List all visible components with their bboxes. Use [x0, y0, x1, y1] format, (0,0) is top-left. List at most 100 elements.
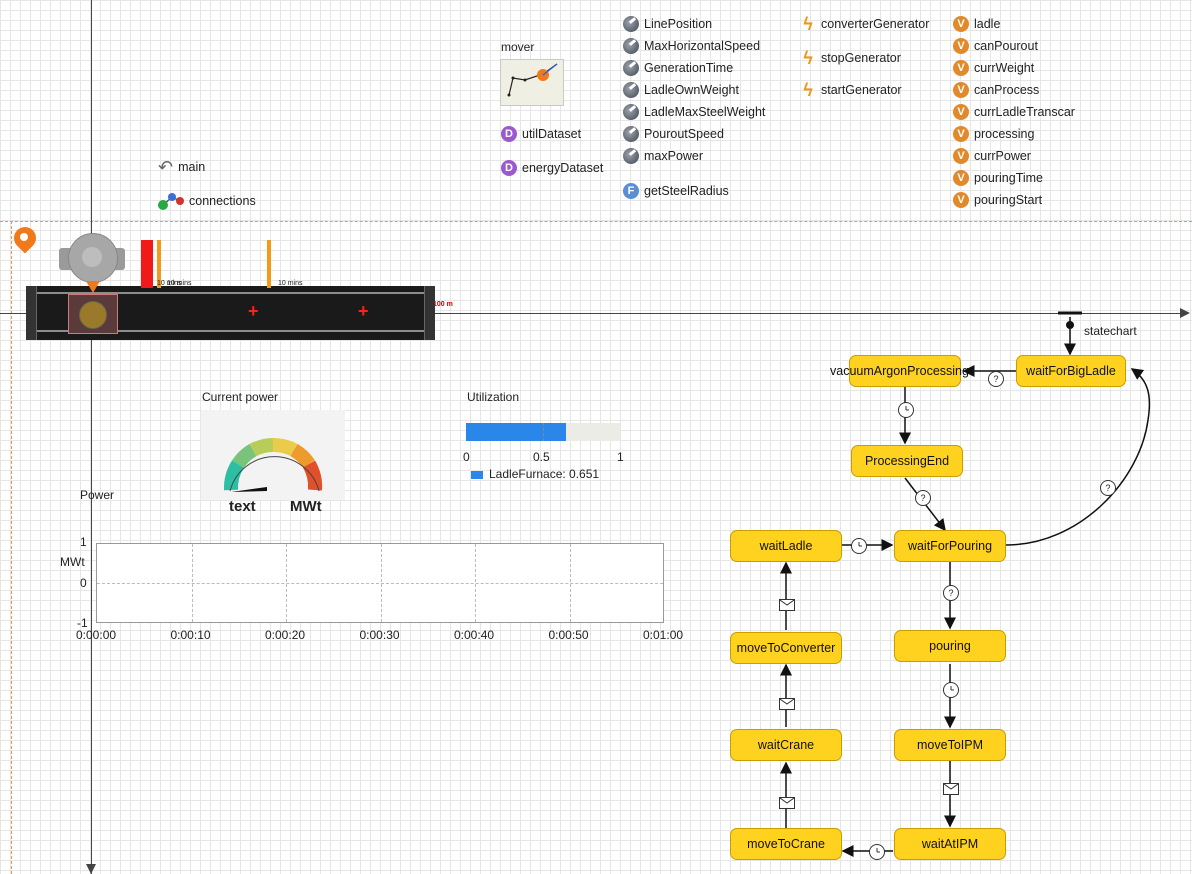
variable-item[interactable]: VcurrWeight	[953, 59, 1034, 77]
state-processing-end[interactable]: ProcessingEnd	[851, 445, 963, 477]
dataset-icon: D	[501, 126, 517, 142]
state-wait-for-pouring[interactable]: waitForPouring	[894, 530, 1006, 562]
variable-item[interactable]: VpouringTime	[953, 169, 1043, 187]
dataset-icon: D	[501, 160, 517, 176]
x-tick-label: 0:00:40	[454, 628, 495, 642]
origin-axis-vertical	[91, 0, 92, 874]
variable-label: currPower	[974, 149, 1031, 163]
state-name: waitAtIPM	[921, 837, 979, 851]
legend-swatch	[471, 470, 483, 479]
lightning-icon: ϟ	[803, 13, 813, 34]
state-wait-crane[interactable]: waitCrane	[730, 729, 842, 761]
state-name: waitForPouring	[907, 539, 993, 553]
parameter-label: LinePosition	[644, 17, 713, 31]
state-move-to-crane[interactable]: moveToCrane	[730, 828, 842, 860]
variable-item[interactable]: Vladle	[953, 15, 1000, 33]
variable-icon: V	[953, 170, 969, 186]
condition-trigger-icon: ?	[1100, 480, 1116, 496]
parameter-label: maxPower	[644, 149, 704, 163]
parameter-icon	[623, 148, 639, 164]
utilization-tick-1: 1	[617, 450, 624, 464]
generator-bar-1	[141, 240, 153, 288]
parameter-label: LadleOwnWeight	[644, 83, 739, 97]
grid-vertical-line	[475, 544, 476, 622]
variable-item[interactable]: VcurrLadleTranscar	[953, 103, 1075, 121]
variable-label: ladle	[974, 17, 1001, 31]
function-icon: F	[623, 183, 639, 199]
main-link[interactable]: ↶ main	[158, 156, 205, 177]
variable-icon: V	[953, 16, 969, 32]
variable-item[interactable]: VcanProcess	[953, 81, 1039, 99]
utilization-bar-fill	[466, 423, 567, 441]
function-label: getSteelRadius	[644, 184, 729, 198]
track-end-right	[424, 286, 435, 340]
utilization-tick-05: 0.5	[533, 450, 550, 464]
x-tick-label: 0:00:20	[265, 628, 306, 642]
axis-arrow-right	[1180, 308, 1190, 318]
message-trigger-icon	[779, 698, 795, 710]
parameter-icon	[623, 104, 639, 120]
state-move-to-ipm[interactable]: moveToIPM	[894, 729, 1006, 761]
state-wait-for-big-ladle[interactable]: waitForBigLadle	[1016, 355, 1126, 387]
generator-marker-label-3: 10 mins	[278, 280, 303, 287]
grid-vertical-line	[380, 544, 382, 622]
track-end-left	[26, 286, 37, 340]
mover-thumbnail[interactable]	[500, 59, 564, 106]
y-tick-1: 1	[80, 535, 87, 549]
track-length-label: 100 m	[433, 301, 453, 308]
state-wait-at-ipm[interactable]: waitAtIPM	[894, 828, 1006, 860]
gauge-unit: MWt	[290, 498, 322, 515]
event-label: converterGenerator	[821, 17, 930, 31]
parameter-item[interactable]: PouroutSpeed	[623, 125, 724, 143]
utilization-tick-0: 0	[463, 450, 470, 464]
variable-item[interactable]: VpouringStart	[953, 191, 1042, 209]
state-name: waitCrane	[757, 738, 815, 752]
event-item[interactable]: ϟ converterGenerator	[800, 13, 930, 34]
state-name: moveToCrane	[747, 837, 825, 851]
event-item[interactable]: ϟ startGenerator	[800, 79, 902, 100]
state-move-to-converter[interactable]: moveToConverter	[730, 632, 842, 664]
x-tick-label: 0:00:50	[548, 628, 589, 642]
parameter-item[interactable]: GenerationTime	[623, 59, 733, 77]
x-tick-label: 0:00:30	[359, 628, 400, 642]
parameter-item[interactable]: LadleMaxSteelWeight	[623, 103, 765, 121]
parameter-label: PouroutSpeed	[644, 127, 724, 141]
parameter-item[interactable]: LadleOwnWeight	[623, 81, 739, 99]
dataset-util[interactable]: D utilDataset	[501, 125, 581, 143]
parameter-icon	[623, 82, 639, 98]
lightning-icon: ϟ	[803, 79, 813, 100]
state-pouring[interactable]: pouring	[894, 630, 1006, 662]
power-chart-title: Power	[80, 488, 115, 502]
x-tick-label: 0:00:10	[170, 628, 211, 642]
connections-item[interactable]: connections	[156, 192, 256, 210]
event-label: startGenerator	[821, 83, 902, 97]
network-boundary-left	[11, 221, 12, 874]
dataset-energy[interactable]: D energyDataset	[501, 159, 603, 177]
variable-label: currLadleTranscar	[974, 105, 1075, 119]
function-getsteelradius[interactable]: F getSteelRadius	[623, 182, 729, 200]
timeout-trigger-icon	[869, 844, 885, 860]
parameter-item[interactable]: LinePosition	[623, 15, 712, 33]
variable-item[interactable]: VcurrPower	[953, 147, 1031, 165]
state-wait-ladle[interactable]: waitLadle	[730, 530, 842, 562]
curved-arrow-icon: ↶	[158, 156, 174, 177]
parameter-icon	[623, 60, 639, 76]
utilization-title: Utilization	[467, 390, 520, 404]
statechart-label: statechart	[1084, 324, 1137, 338]
event-item[interactable]: ϟ stopGenerator	[800, 48, 901, 68]
parameter-item[interactable]: maxPower	[623, 147, 703, 165]
state-vacuum-argon-processing[interactable]: vacuumArgonProcessing	[830, 355, 969, 387]
parameter-item[interactable]: MaxHorizontalSpeed	[623, 37, 760, 55]
generator-marker-label-2: 10 mins	[167, 280, 192, 287]
timeout-trigger-icon	[943, 682, 959, 698]
variable-icon: V	[953, 192, 969, 208]
variable-item[interactable]: VcanPourout	[953, 37, 1038, 55]
power-chart-plot	[96, 543, 664, 623]
state-name: waitForBigLadle	[1026, 364, 1116, 378]
dataset-label: utilDataset	[522, 127, 582, 141]
variable-item[interactable]: Vprocessing	[953, 125, 1034, 143]
message-trigger-icon	[779, 797, 795, 809]
parameter-label: GenerationTime	[644, 61, 734, 75]
message-trigger-icon	[779, 599, 795, 611]
grid-vertical-line	[286, 544, 287, 622]
